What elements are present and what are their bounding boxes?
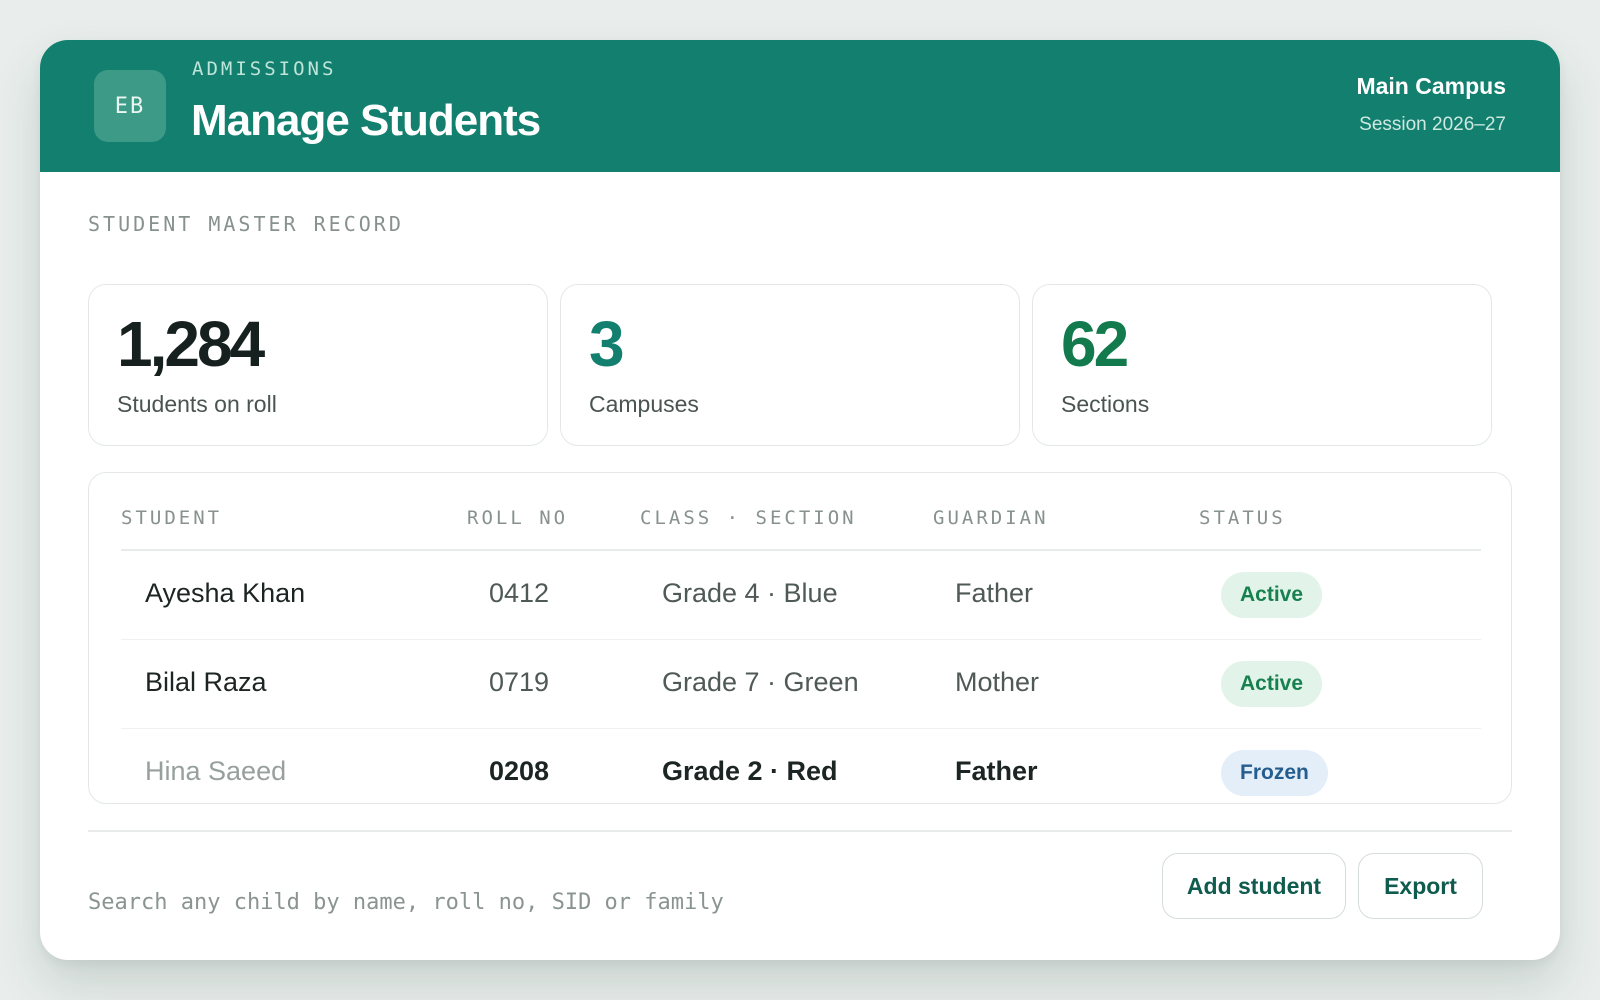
add-student-button[interactable]: Add student [1162, 853, 1346, 919]
stat-card-campuses: 3 Campuses [560, 284, 1020, 446]
table-row[interactable]: Hina Saeed 0208 Grade 2 · Red Father Fro… [121, 728, 1481, 803]
column-header-guardian[interactable]: GUARDIAN [933, 507, 1049, 529]
manage-students-panel: EB ADMISSIONS Manage Students Main Campu… [40, 40, 1560, 960]
class-section: Grade 2 · Red [662, 756, 838, 786]
roll-number: 0719 [489, 667, 550, 697]
column-header-class-section[interactable]: CLASS · SECTION [640, 507, 857, 529]
search-input[interactable] [88, 880, 888, 924]
stat-card-students: 1,284 Students on roll [88, 284, 548, 446]
session-label: Session 2026–27 [1359, 114, 1506, 135]
stat-label: Students on roll [117, 391, 277, 417]
table-row[interactable]: Ayesha Khan 0412 Grade 4 · Blue Father A… [121, 550, 1481, 640]
student-name[interactable]: Bilal Raza [145, 667, 267, 698]
status-badge: Active [1221, 661, 1323, 707]
column-header-roll-no[interactable]: ROLL NO [467, 507, 568, 529]
stat-label: Campuses [589, 391, 699, 417]
stat-value: 62 [1061, 308, 1129, 380]
roll-number: 0208 [489, 756, 550, 786]
guardian: Mother [955, 667, 1040, 697]
stat-card-sections: 62 Sections [1032, 284, 1492, 446]
status-badge: Frozen [1221, 750, 1328, 796]
school-logo: EB [94, 70, 166, 142]
class-section: Grade 4 · Blue [662, 578, 838, 608]
export-button[interactable]: Export [1358, 853, 1483, 919]
footer-divider [88, 830, 1512, 832]
student-name[interactable]: Hina Saeed [145, 756, 286, 787]
stat-value: 1,284 [117, 308, 265, 380]
guardian: Father [955, 756, 1038, 786]
class-section: Grade 7 · Green [662, 667, 859, 697]
status-badge: Active [1221, 572, 1323, 618]
section-heading: STUDENT MASTER RECORD [88, 212, 404, 236]
campus-name[interactable]: Main Campus [1356, 73, 1506, 100]
students-table: STUDENT ROLL NO CLASS · SECTION GUARDIAN… [88, 472, 1512, 804]
stat-label: Sections [1061, 391, 1150, 417]
guardian: Father [955, 578, 1034, 608]
page-title: Manage Students [191, 96, 541, 145]
header-bar: EB ADMISSIONS Manage Students Main Campu… [40, 40, 1560, 172]
column-header-status[interactable]: STATUS [1199, 507, 1286, 529]
table-row[interactable]: Bilal Raza 0719 Grade 7 · Green Mother A… [121, 639, 1481, 729]
section-eyebrow: ADMISSIONS [192, 58, 337, 80]
student-name[interactable]: Ayesha Khan [145, 578, 305, 609]
stat-value: 3 [589, 308, 625, 380]
column-header-student[interactable]: STUDENT [121, 507, 222, 529]
roll-number: 0412 [489, 578, 550, 608]
